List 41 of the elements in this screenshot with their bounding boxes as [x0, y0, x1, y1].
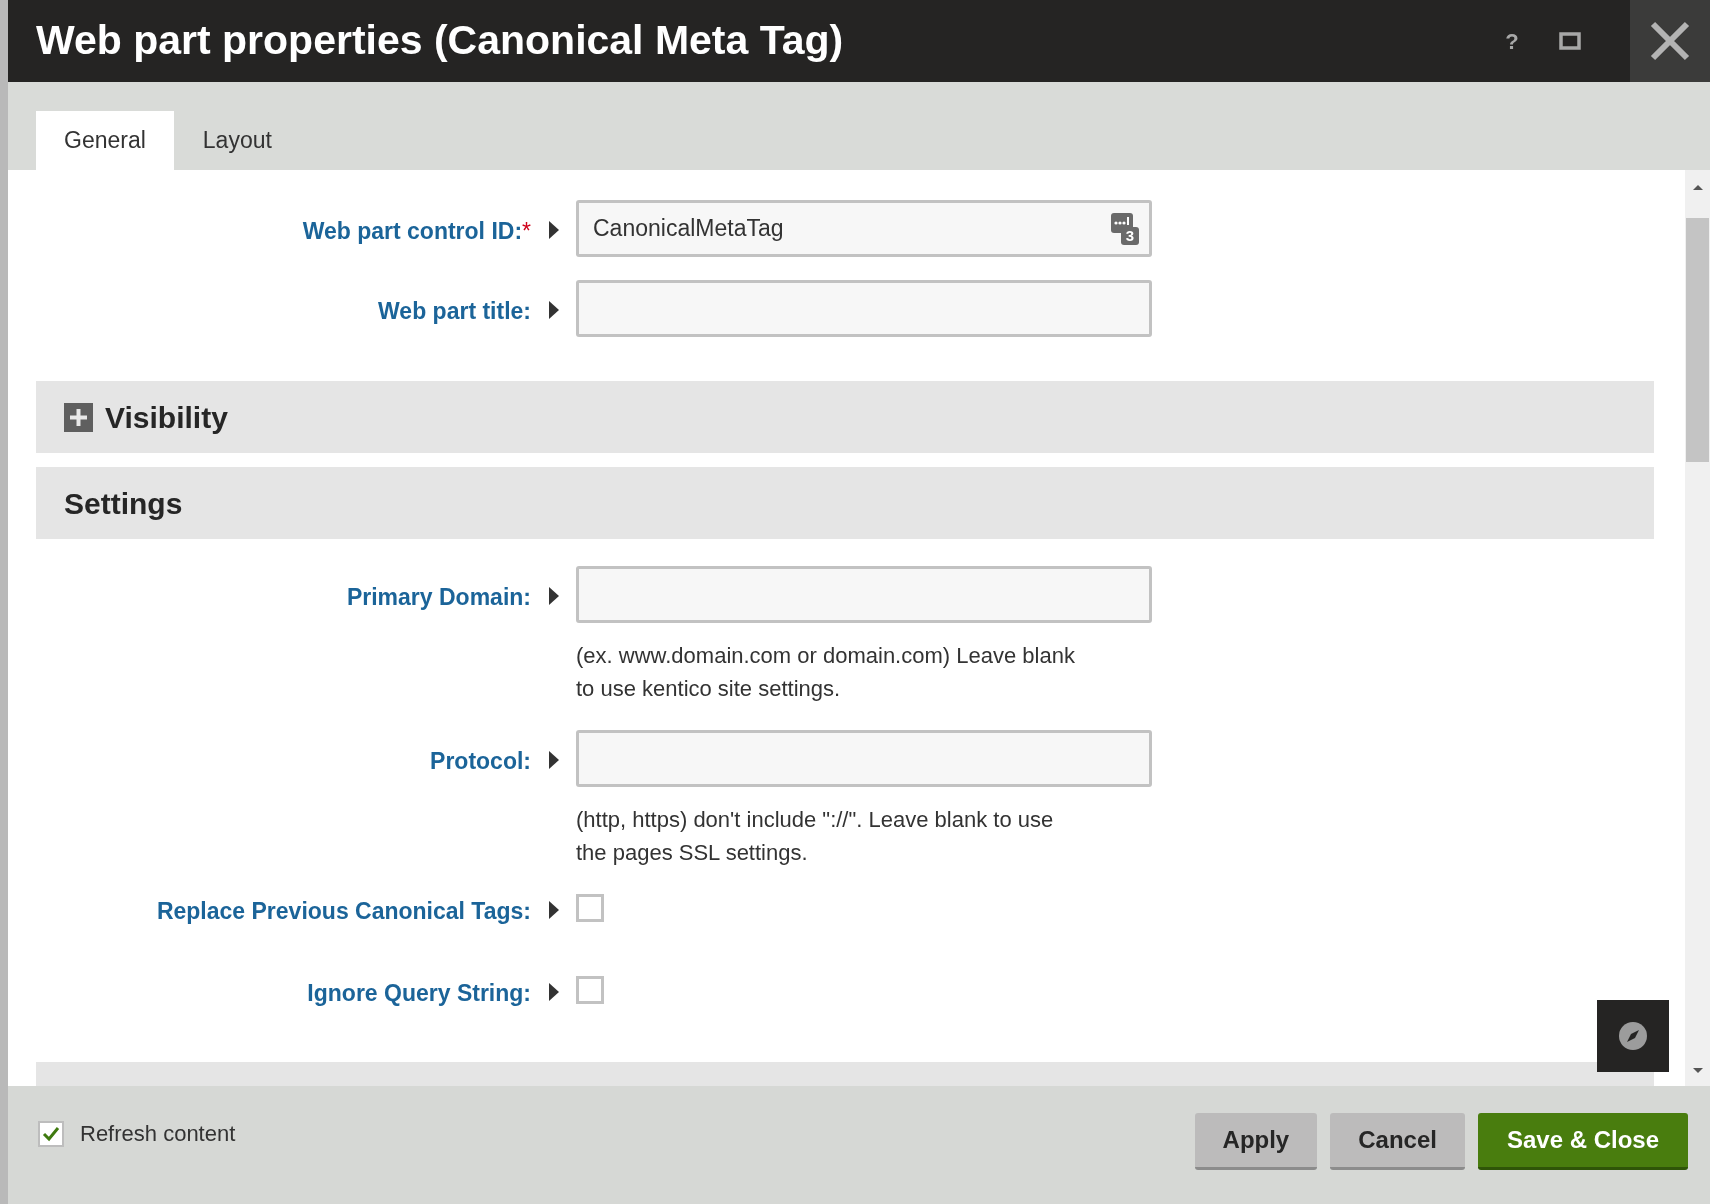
checkmark-icon — [42, 1125, 60, 1142]
footer-button[interactable]: Apply — [1194, 1113, 1318, 1170]
footer-button[interactable]: Cancel — [1330, 1113, 1465, 1170]
field-label: Web part title: — [378, 298, 531, 324]
section-header[interactable]: Settings — [36, 467, 1654, 539]
refresh-checkbox[interactable] — [38, 1120, 64, 1147]
field-label: Replace Previous Canonical Tags: — [156, 898, 531, 924]
input-field[interactable] — [576, 730, 1152, 787]
section-header[interactable]: Visibility — [36, 381, 1654, 453]
compass-icon[interactable] — [1618, 1021, 1648, 1051]
field-label: Primary Domain: — [346, 584, 531, 610]
expand-arrow-icon[interactable] — [547, 300, 560, 320]
field-label: Protocol: — [430, 748, 531, 774]
field-label: Ignore Query String: — [307, 979, 531, 1006]
input-field[interactable] — [576, 566, 1152, 623]
plus-icon[interactable] — [64, 402, 93, 432]
tab[interactable]: General — [36, 111, 174, 170]
save-close-button[interactable]: Save & Close — [1477, 1113, 1688, 1170]
required-asterisk: * — [522, 218, 531, 244]
expand-arrow-icon[interactable] — [547, 220, 560, 240]
maximize-icon[interactable] — [1559, 32, 1581, 50]
window-title: Web part properties (Canonical Meta Tag) — [35, 16, 845, 66]
input-field[interactable]: CanonicalMetaTag 3 — [576, 200, 1152, 257]
field-hint: (ex. www.domain.com or domain.com) Leave blank to use kentico site settings. — [576, 642, 1076, 703]
expand-arrow-icon[interactable] — [547, 981, 560, 1002]
field-label: Web part control ID: — [302, 218, 523, 244]
checkbox[interactable] — [576, 894, 604, 922]
compass-button[interactable] — [1597, 1000, 1669, 1072]
expand-arrow-icon[interactable] — [547, 900, 560, 920]
input-field[interactable] — [576, 280, 1152, 337]
scrollbar-thumb[interactable] — [1686, 218, 1709, 462]
scrollbar[interactable] — [1685, 170, 1710, 1086]
expand-arrow-icon[interactable] — [547, 586, 560, 606]
refresh-content-label: Refresh content — [80, 1120, 236, 1148]
expand-arrow-icon[interactable] — [547, 750, 560, 770]
checkbox[interactable] — [576, 975, 604, 1004]
field-hint: (http, https) don't include "://". Leave blank to use the pages SSL settings. — [576, 806, 1055, 867]
close-button[interactable] — [1630, 0, 1710, 82]
tab[interactable]: Layout — [173, 111, 301, 170]
close-icon[interactable] — [1649, 20, 1691, 62]
help-button[interactable]: ? — [1492, 0, 1532, 82]
